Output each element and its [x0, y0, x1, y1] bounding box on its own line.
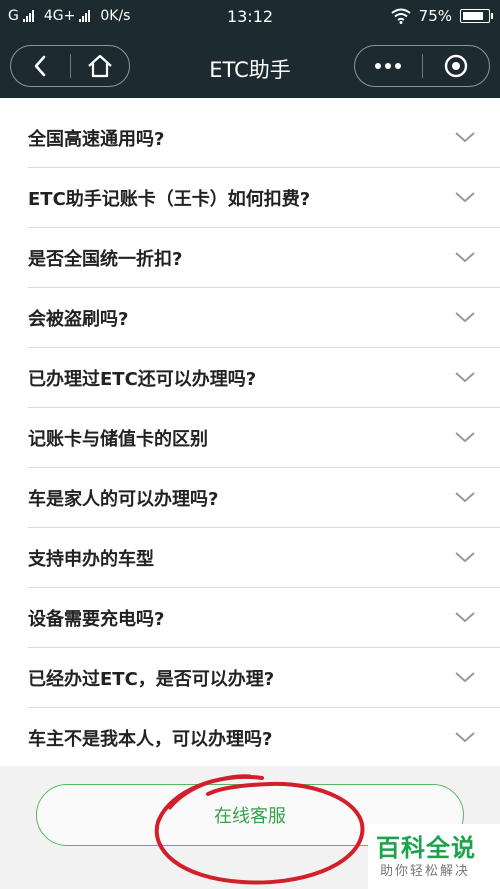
close-target-icon [444, 54, 467, 78]
faq-item[interactable]: 已经办过ETC，是否可以办理? [0, 648, 500, 708]
chevron-down-icon [455, 372, 475, 383]
faq-item[interactable]: 会被盗刷吗? [0, 288, 500, 348]
close-button[interactable] [423, 46, 490, 86]
faq-item-label: 会被盗刷吗? [28, 309, 129, 330]
battery-icon [460, 9, 493, 23]
chevron-down-icon [455, 732, 475, 743]
faq-item-label: 全国高速通用吗? [28, 129, 165, 150]
faq-item[interactable]: 支持申办的车型 [0, 528, 500, 588]
faq-item-label: 记账卡与储值卡的区别 [28, 429, 208, 450]
watermark-title: 百科全说 [376, 834, 476, 862]
status-bar: G 4G+ 0K/s 13:12 75% [0, 0, 500, 34]
back-button[interactable] [11, 46, 70, 86]
back-icon [34, 55, 46, 77]
more-icon [375, 63, 402, 69]
more-button[interactable] [355, 46, 422, 86]
faq-item[interactable]: 是否全国统一折扣? [0, 228, 500, 288]
chevron-down-icon [455, 312, 475, 323]
nav-right-capsule [354, 45, 490, 87]
watermark-logo: 百科全说 助你轻松解决 [368, 824, 500, 889]
wifi-icon [391, 8, 411, 24]
home-icon [88, 54, 112, 78]
faq-item[interactable]: 设备需要充电吗? [0, 588, 500, 648]
faq-item-label: 已办理过ETC还可以办理吗? [28, 369, 257, 390]
top-bar: G 4G+ 0K/s 13:12 75% ETC助手 [0, 0, 500, 98]
chevron-down-icon [455, 132, 475, 143]
faq-item[interactable]: 车是家人的可以办理吗? [0, 468, 500, 528]
faq-item-label: ETC助手记账卡（王卡）如何扣费? [28, 189, 311, 210]
chevron-down-icon [455, 672, 475, 683]
faq-list: 全国高速通用吗? ETC助手记账卡（王卡）如何扣费? 是否全国统一折扣? 会被盗刷吗?… [0, 98, 500, 766]
nav-bar: ETC助手 [0, 34, 500, 98]
faq-item-label: 已经办过ETC，是否可以办理? [28, 669, 275, 690]
watermark-subtitle: 助你轻松解决 [380, 864, 471, 879]
faq-item[interactable]: 全国高速通用吗? [0, 108, 500, 168]
faq-item[interactable]: ETC助手记账卡（王卡）如何扣费? [0, 168, 500, 228]
faq-item-label: 车主不是我本人，可以办理吗? [28, 729, 273, 750]
chevron-down-icon [455, 432, 475, 443]
status-right: 75% [391, 7, 493, 25]
chevron-down-icon [455, 492, 475, 503]
home-button[interactable] [71, 46, 130, 86]
faq-item-label: 车是家人的可以办理吗? [28, 489, 219, 510]
nav-left-capsule [10, 45, 130, 87]
chevron-down-icon [455, 612, 475, 623]
battery-fill [463, 12, 483, 20]
chevron-down-icon [455, 252, 475, 263]
faq-item-label: 设备需要充电吗? [28, 609, 165, 630]
faq-item-label: 是否全国统一折扣? [28, 249, 183, 270]
faq-item[interactable]: 记账卡与储值卡的区别 [0, 408, 500, 468]
page-title: ETC助手 [209, 58, 291, 82]
chevron-down-icon [455, 192, 475, 203]
faq-item[interactable]: 车主不是我本人，可以办理吗? [0, 708, 500, 766]
chevron-down-icon [455, 552, 475, 563]
faq-item-label: 支持申办的车型 [28, 549, 154, 570]
battery-percent: 75% [418, 7, 452, 25]
faq-item[interactable]: 已办理过ETC还可以办理吗? [0, 348, 500, 408]
